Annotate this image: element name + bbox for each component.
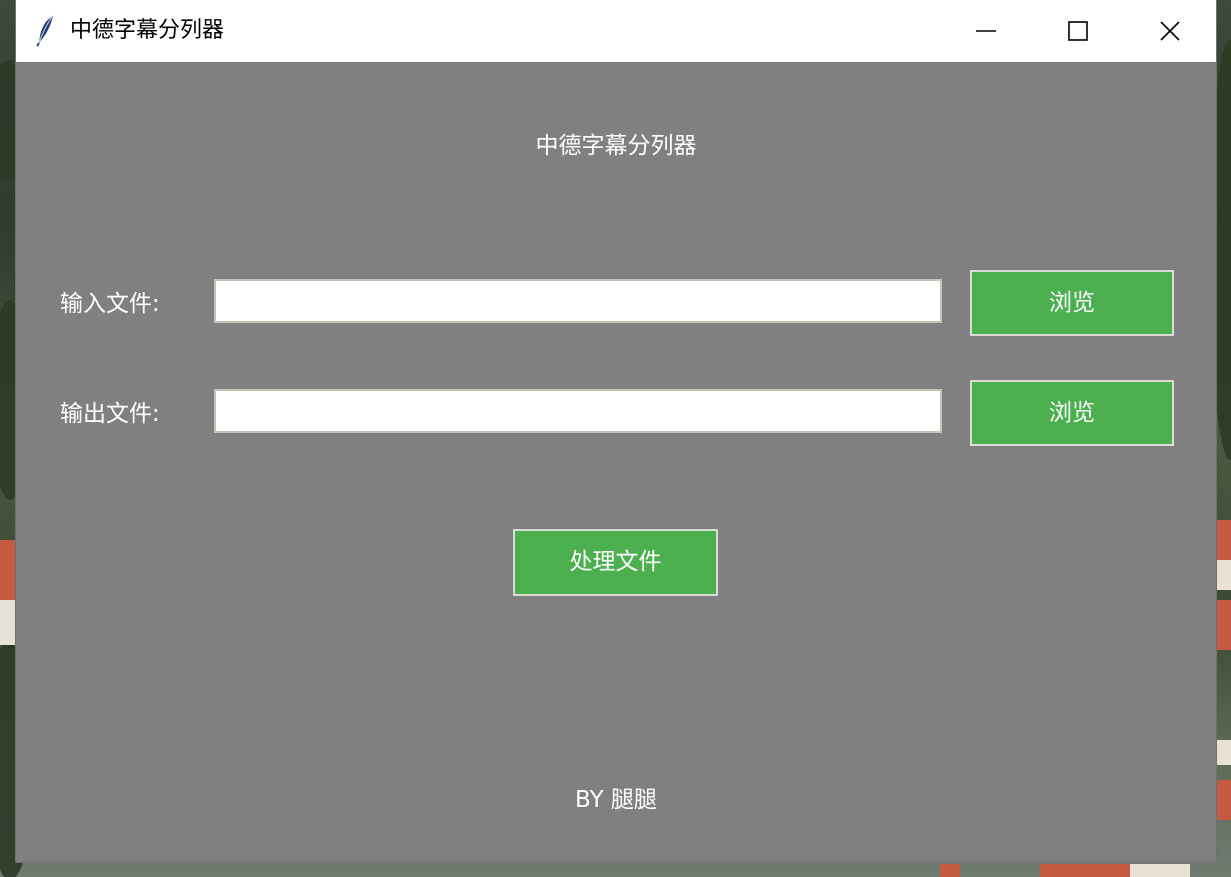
maximize-icon [1068,21,1088,41]
output-file-field[interactable] [214,389,942,433]
process-file-button[interactable]: 处理文件 [513,529,718,596]
feather-icon [36,15,58,47]
app-window: 中德字幕分列器 中德字幕分列器 输入文件: 浏览 输出文件: 浏览 处理文件 B… [16,0,1216,862]
minimize-icon [976,30,996,32]
output-browse-button[interactable]: 浏览 [970,380,1174,446]
close-icon [1160,21,1180,41]
output-file-label: 输出文件: [60,401,160,427]
close-button[interactable] [1124,0,1216,62]
maximize-button[interactable] [1032,0,1124,62]
minimize-button[interactable] [940,0,1032,62]
window-title: 中德字幕分列器 [70,18,225,43]
app-heading: 中德字幕分列器 [535,133,697,159]
input-file-field[interactable] [214,279,942,323]
input-browse-button[interactable]: 浏览 [970,270,1174,336]
title-bar: 中德字幕分列器 [16,0,1216,62]
author-credit: BY 腿腿 [575,787,657,813]
input-file-label: 输入文件: [60,291,160,317]
